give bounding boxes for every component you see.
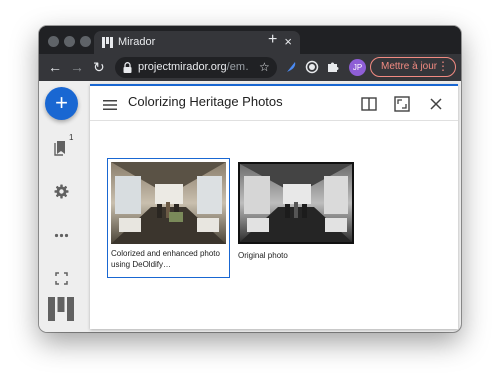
header-divider — [90, 120, 458, 121]
thumbnail-caption: Original photo — [238, 251, 288, 260]
tab-title: Mirador — [118, 36, 156, 48]
forward-icon[interactable]: → — [70, 60, 84, 74]
tab-strip: Mirador × + — [39, 26, 461, 54]
maximize-window-icon[interactable] — [394, 96, 410, 112]
minimize-window-dot[interactable] — [64, 36, 75, 47]
add-resource-button[interactable]: + — [45, 87, 78, 120]
tab-close-icon[interactable]: × — [284, 34, 292, 50]
browser-window: Mirador × + ← → ↻ projectmirador.org/em…… — [39, 26, 461, 332]
workspace-sidebar: + 1 — [39, 81, 85, 332]
extensions-puzzle-icon[interactable] — [326, 60, 340, 74]
browser-toolbar: ← → ↻ projectmirador.org/em… ☆ JP Mettre… — [39, 54, 461, 81]
back-icon[interactable]: ← — [48, 60, 62, 74]
record-extension-icon[interactable] — [305, 60, 319, 74]
browser-menu-icon[interactable]: ⋮ — [437, 59, 449, 73]
url-domain: projectmirador.org — [138, 61, 227, 73]
window-count-badge: 1 — [69, 133, 74, 142]
lock-icon — [123, 62, 132, 73]
address-bar[interactable]: projectmirador.org/em… ☆ — [115, 57, 277, 78]
url-path: /em… — [226, 61, 248, 73]
update-button-label: Mettre à jour — [381, 61, 438, 72]
window-menu-icon[interactable] — [103, 99, 117, 111]
mirador-window: Colorizing Heritage Photos Colorized and… — [90, 84, 458, 329]
mirador-logo — [48, 297, 74, 321]
reload-icon[interactable]: ↻ — [93, 60, 105, 74]
canvas-thumbnail-colorized[interactable]: Colorized and enhanced photo using DeOld… — [107, 158, 230, 278]
fullscreen-icon[interactable] — [53, 270, 70, 287]
window-list-icon[interactable] — [53, 139, 70, 156]
original-photo-image — [238, 162, 354, 244]
thumbnail-caption: Colorized and enhanced photo using DeOld… — [111, 249, 220, 269]
profile-avatar[interactable]: JP — [349, 59, 366, 76]
colorized-photo-image — [111, 162, 226, 244]
settings-gear-icon[interactable] — [53, 183, 70, 200]
bookmark-star-icon[interactable]: ☆ — [259, 60, 270, 74]
close-window-icon[interactable] — [428, 96, 444, 112]
mirador-favicon-icon — [102, 37, 113, 48]
more-options-icon[interactable] — [53, 227, 70, 244]
view-layout-icon[interactable] — [361, 96, 377, 112]
maximize-window-dot[interactable] — [80, 36, 91, 47]
canvas-thumbnail-original[interactable]: Original photo — [238, 162, 356, 260]
feather-extension-icon[interactable] — [284, 60, 298, 74]
mirador-app: + 1 Colorizing Heritage Photos Colorized… — [39, 81, 461, 332]
window-title: Colorizing Heritage Photos — [128, 94, 283, 109]
update-button[interactable]: Mettre à jour ⋮ — [370, 57, 456, 77]
close-window-dot[interactable] — [48, 36, 59, 47]
new-tab-icon[interactable]: + — [268, 31, 277, 49]
